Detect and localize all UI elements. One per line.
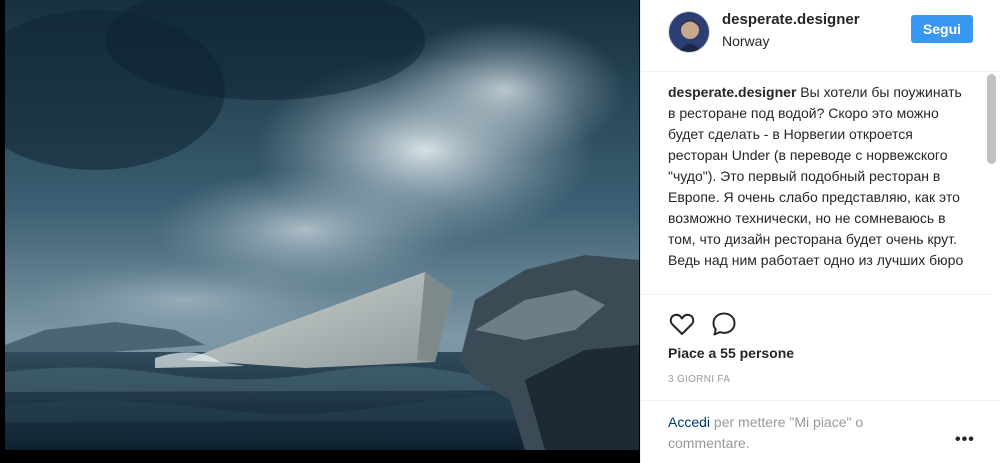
photo-bottom-border — [0, 450, 640, 463]
like-button[interactable] — [668, 310, 696, 338]
ellipsis-icon[interactable]: ••• — [955, 431, 975, 449]
caption-scroll-area[interactable]: desperate.designer Вы хотели бы поужинат… — [641, 73, 991, 295]
post-header: desperate.designer Norway Segui — [641, 0, 1000, 72]
avatar-image — [669, 12, 709, 52]
instagram-post-window: desperate.designer Norway Segui desperat… — [0, 0, 1000, 463]
heart-outline-icon — [669, 313, 695, 335]
caption-username[interactable]: desperate.designer — [668, 84, 796, 100]
comment-button[interactable] — [710, 310, 738, 338]
post-location[interactable]: Norway — [722, 33, 769, 49]
follow-button[interactable]: Segui — [911, 15, 973, 43]
speech-bubble-icon — [712, 312, 736, 336]
post-time[interactable]: 3 GIORNI FA — [668, 374, 730, 385]
post-photo[interactable] — [5, 0, 639, 450]
caption-text: Вы хотели бы поужинать в ресторане под в… — [668, 84, 964, 268]
post-side-panel: desperate.designer Norway Segui desperat… — [640, 0, 1000, 463]
author-username[interactable]: desperate.designer — [722, 11, 860, 28]
login-link[interactable]: Accedi — [668, 414, 710, 430]
login-prompt: Accedi per mettere "Mi piace" o commenta… — [668, 412, 908, 454]
photo-illustration — [5, 0, 639, 450]
caption-scrollbar[interactable] — [987, 74, 996, 164]
avatar[interactable] — [668, 11, 710, 53]
post-footer: Accedi per mettere "Mi piace" o commenta… — [641, 400, 1000, 463]
post-caption: desperate.designer Вы хотели бы поужинат… — [668, 82, 973, 271]
likes-count[interactable]: Piace a 55 persone — [668, 345, 794, 361]
